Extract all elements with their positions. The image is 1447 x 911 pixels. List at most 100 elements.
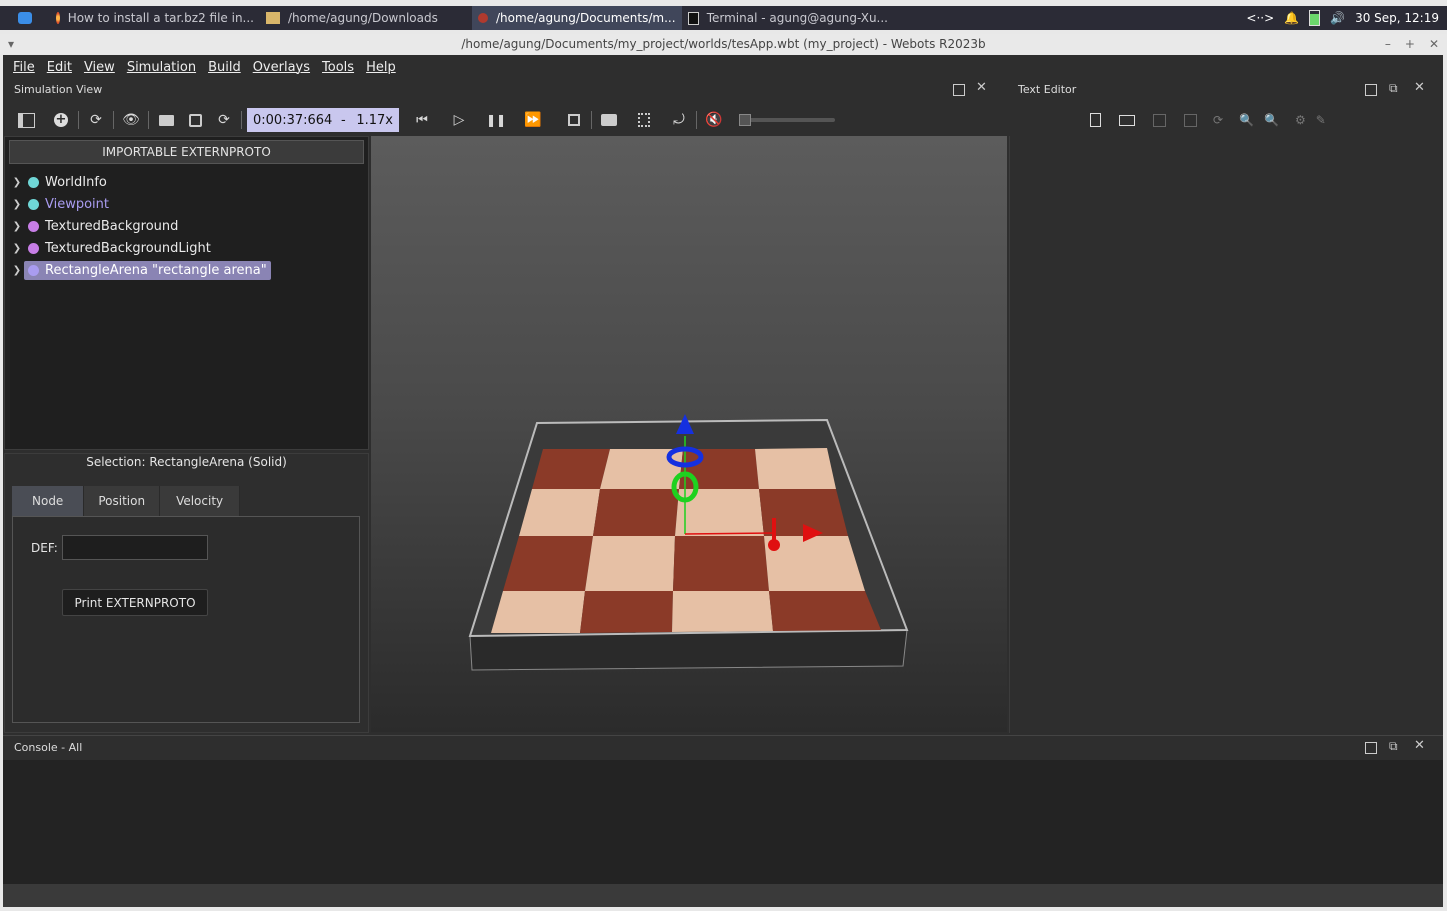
status-bar	[3, 884, 1443, 907]
tree-item-texturedbackgroundlight[interactable]: ❯ TexturedBackgroundLight	[4, 237, 369, 259]
skip-back-icon: ⏮	[416, 112, 428, 128]
tree-item-label: TexturedBackgroundLight	[45, 240, 211, 256]
menu-help[interactable]: Help	[360, 60, 402, 75]
menu-build[interactable]: Build	[202, 60, 247, 75]
tree-item-texturedbackground[interactable]: ❯ TexturedBackground	[4, 215, 369, 237]
chevron-right-icon[interactable]: ❯	[10, 199, 24, 210]
speaker-mute-icon: 🔇	[705, 112, 723, 128]
chevron-right-icon[interactable]: ❯	[10, 221, 24, 232]
reset-simulation-button[interactable]: ⏮	[410, 108, 434, 132]
text-editor-float-button[interactable]: ⧉	[1389, 81, 1398, 96]
window-menu-icon[interactable]: ▾	[8, 34, 14, 54]
importable-externproto-button[interactable]: IMPORTABLE EXTERNPROTO	[9, 140, 364, 164]
tab-position[interactable]: Position	[84, 486, 161, 516]
menu-view[interactable]: View	[78, 60, 121, 75]
pause-button[interactable]: ❚❚	[484, 108, 508, 132]
volume-icon[interactable]: 🔊	[1330, 11, 1345, 25]
open-file-icon[interactable]	[1119, 114, 1135, 126]
tree-item-rectanglearena[interactable]: ❯ RectangleArena "rectangle arena"	[4, 259, 369, 281]
add-icon: +	[54, 112, 68, 127]
dock-float-button[interactable]	[953, 84, 965, 99]
fast-forward-button[interactable]: ⏩	[521, 108, 545, 132]
def-field[interactable]	[62, 535, 208, 560]
replace-icon: 🔍	[1264, 113, 1279, 127]
menu-overlays[interactable]: Overlays	[247, 60, 316, 75]
console-maximize-button[interactable]	[1365, 742, 1377, 757]
text-editor-maximize-button[interactable]	[1365, 84, 1377, 99]
task-terminal[interactable]: Terminal - agung@agung-Xu...	[682, 6, 894, 30]
text-editor-title: Text Editor	[1018, 83, 1077, 96]
text-editor-close-button[interactable]: ✕	[1414, 80, 1425, 95]
chevron-right-icon[interactable]: ❯	[10, 177, 24, 188]
tab-node[interactable]: Node	[12, 486, 85, 516]
save-file-icon	[1153, 113, 1166, 127]
open-world-button[interactable]	[154, 108, 178, 132]
node-icon	[28, 176, 39, 188]
task-file-manager[interactable]: /home/agung/Downloads	[260, 6, 472, 30]
close-icon[interactable]: ✕	[1429, 34, 1439, 54]
camera-icon	[601, 114, 617, 126]
hide-scene-tree-button[interactable]	[14, 108, 38, 132]
share-button[interactable]: ⤾	[667, 108, 691, 132]
arena-scene	[468, 414, 909, 671]
chevron-right-icon[interactable]: ❯	[10, 265, 24, 276]
save-world-button[interactable]	[183, 108, 207, 132]
console-header	[3, 735, 1443, 760]
volume-handle[interactable]	[739, 114, 751, 126]
new-file-icon[interactable]	[1090, 113, 1101, 127]
tree-item-viewpoint[interactable]: ❯ Viewpoint	[4, 193, 369, 215]
minimize-icon[interactable]: –	[1385, 34, 1391, 54]
maximize-icon[interactable]: +	[1405, 34, 1415, 54]
simulation-time-display: 0:00:37:664 - 1.17x	[247, 108, 399, 132]
step-icon: ▷	[453, 112, 465, 128]
dock-close-button[interactable]: ✕	[976, 80, 987, 95]
float-icon	[953, 84, 965, 96]
add-node-button[interactable]: +	[49, 108, 73, 132]
print-externproto-button[interactable]: Print EXTERNPROTO	[62, 589, 208, 616]
clock[interactable]: 30 Sep, 12:19	[1355, 11, 1439, 25]
sidebar-toggle-icon	[17, 112, 35, 128]
whisker-menu-button[interactable]	[0, 6, 50, 30]
task-label: /home/agung/Downloads	[288, 11, 438, 25]
record-movie-button[interactable]	[632, 108, 656, 132]
tree-item-label: TexturedBackground	[45, 218, 179, 234]
chevron-right-icon[interactable]: ❯	[10, 243, 24, 254]
text-editor-area[interactable]	[1009, 136, 1443, 733]
screenshot-button[interactable]	[597, 108, 621, 132]
volume-slider[interactable]	[739, 114, 835, 126]
menu-simulation[interactable]: Simulation	[121, 60, 202, 75]
reload-world-button[interactable]: ⟳	[212, 108, 236, 132]
tree-item-worldinfo[interactable]: ❯ WorldInfo	[4, 171, 369, 193]
network-icon[interactable]: <··>	[1246, 11, 1274, 25]
battery-icon[interactable]	[1309, 10, 1321, 26]
tab-velocity[interactable]: Velocity	[160, 486, 241, 516]
console-output[interactable]	[3, 760, 1443, 884]
3d-viewport[interactable]	[371, 136, 1007, 732]
window-titlebar: ▾ /home/agung/Documents/my_project/world…	[0, 34, 1447, 54]
rendering-toggle-button[interactable]	[562, 108, 586, 132]
notification-bell-icon[interactable]: 🔔	[1284, 11, 1299, 25]
window-title: /home/agung/Documents/my_project/worlds/…	[461, 37, 986, 51]
console-title: Console - All	[14, 741, 83, 754]
node-icon	[28, 264, 39, 276]
console-close-button[interactable]: ✕	[1414, 738, 1425, 753]
view-menu-button[interactable]: 👁	[119, 108, 143, 132]
def-label: DEF:	[31, 541, 58, 555]
task-webots[interactable]: /home/agung/Documents/m...	[472, 6, 682, 30]
open-folder-icon	[158, 114, 174, 126]
menu-tools[interactable]: Tools	[316, 60, 360, 75]
terminal-icon	[688, 11, 699, 25]
console-float-button[interactable]: ⧉	[1389, 739, 1398, 754]
task-browser[interactable]: How to install a tar.bz2 file in...	[50, 6, 260, 30]
fast-forward-icon: ⏩	[524, 112, 542, 128]
cube-icon	[568, 114, 580, 126]
step-button[interactable]: ▷	[447, 108, 471, 132]
simulation-toolbar: + ⟳ 👁 ⟳ 0:00:37:664 - 1.17x ⏮ ▷ ❚❚ ⏩ ⤾ 🔇	[14, 107, 1014, 133]
mute-button[interactable]: 🔇	[702, 108, 726, 132]
text-editor-toolbar: ⟳ 🔍 🔍 ⚙ ✎	[1090, 109, 1326, 131]
reload-icon: ⟳	[218, 112, 230, 128]
menu-file[interactable]: File	[7, 60, 41, 75]
system-tray: <··> 🔔 🔊 30 Sep, 12:19	[1246, 6, 1439, 30]
reset-viewpoint-button[interactable]: ⟳	[84, 108, 108, 132]
menu-edit[interactable]: Edit	[41, 60, 78, 75]
